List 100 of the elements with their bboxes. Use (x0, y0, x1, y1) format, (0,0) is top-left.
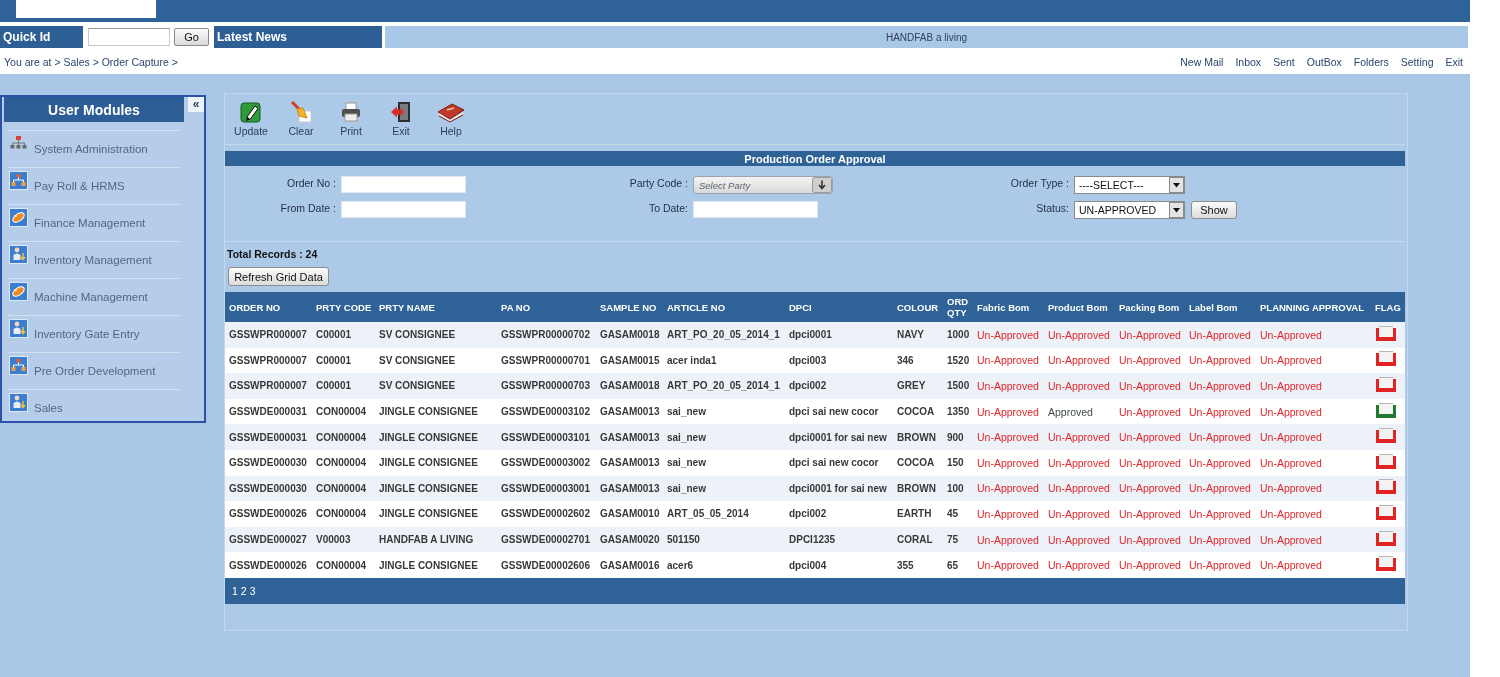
table-cell: COCOA (897, 398, 947, 425)
table-cell: GSSWPR00000702 (501, 322, 600, 348)
table-cell: SV CONSIGNEE (379, 347, 501, 374)
table-cell: GASAM0013 (600, 398, 667, 425)
nav-link[interactable]: New Mail (1180, 56, 1224, 68)
table-cell: dpci0001 for sai new (789, 424, 897, 450)
date-input[interactable] (341, 201, 466, 218)
table-cell: 1500 (947, 373, 977, 399)
flag-box-icon[interactable] (1376, 478, 1396, 495)
table-cell: BROWN (897, 424, 947, 450)
flag-box-icon[interactable] (1376, 350, 1396, 367)
nav-link[interactable]: Inbox (1235, 56, 1262, 68)
sidebar-item[interactable]: Machine Management (8, 278, 180, 315)
table-cell: C00001 (316, 347, 379, 374)
printer-icon (340, 101, 362, 123)
person-icon (9, 393, 28, 412)
flag-box-icon[interactable] (1376, 529, 1396, 546)
sidebar-item[interactable]: Finance Management (8, 204, 180, 241)
status-cell: Un-Approved (1048, 347, 1119, 374)
date-input[interactable] (693, 201, 818, 218)
column-header: ORDER NO (225, 292, 316, 322)
table-cell: 501150 (667, 526, 789, 553)
status-cell: Un-Approved (1260, 475, 1375, 502)
collapse-button[interactable]: « (188, 97, 204, 112)
toolbar-button[interactable]: Help (426, 94, 476, 138)
status-cell: Un-Approved (977, 475, 1048, 502)
toolbar-button[interactable]: Print (326, 94, 376, 138)
toolbar-button[interactable]: Exit (376, 94, 426, 138)
table-cell: CORAL (897, 526, 947, 553)
table-cell: GASAM0013 (600, 449, 667, 476)
quick-id-input[interactable] (88, 28, 170, 46)
status-cell: Un-Approved (977, 398, 1048, 425)
caret-icon[interactable] (1169, 202, 1184, 218)
caret-icon[interactable] (1169, 177, 1184, 193)
table-cell: CON00004 (316, 398, 379, 425)
nav-link[interactable]: Setting (1400, 56, 1434, 68)
nav-link[interactable]: OutBox (1306, 56, 1342, 68)
table-cell: GSSWDE00003101 (501, 424, 600, 450)
quick-id-label: Quick Id (0, 26, 83, 48)
column-header: PRTY NAME (379, 292, 501, 322)
status-cell: Un-Approved (1119, 449, 1189, 476)
nav-link[interactable]: Exit (1445, 56, 1463, 68)
flag-box-icon[interactable] (1376, 376, 1396, 392)
table-cell: GASAM0018 (600, 322, 667, 348)
status-cell: Un-Approved (1189, 322, 1260, 348)
page-link[interactable]: 2 (240, 584, 247, 597)
sidebar-item[interactable]: Pre Order Development (8, 352, 180, 389)
capsule-icon (9, 208, 28, 227)
column-header: FLAG (1375, 292, 1405, 322)
column-header: ORD QTY (947, 292, 977, 322)
table-cell: GASAM0016 (600, 552, 667, 578)
refresh-button[interactable]: Refresh Grid Data (228, 267, 329, 286)
table-cell: COCOA (897, 449, 947, 476)
table-cell: ART_05_05_2014 (667, 501, 789, 527)
show-button[interactable]: Show (1191, 201, 1237, 219)
status-cell: Un-Approved (977, 322, 1048, 348)
flag-box-icon[interactable] (1376, 401, 1396, 418)
sidebar-item[interactable]: Pay Roll & HRMS (8, 167, 180, 204)
select-box[interactable]: ----SELECT--- (1074, 176, 1185, 194)
flag-box-icon[interactable] (1376, 427, 1396, 444)
sidebar-item[interactable]: Inventory Management (8, 241, 180, 278)
table-cell: JINGLE CONSIGNEE (379, 424, 501, 450)
toolbar-button[interactable]: Clear (276, 94, 326, 138)
flag-box-icon[interactable] (1376, 324, 1396, 341)
breadcrumb-text: You are at > Sales > Order Capture > (4, 56, 178, 68)
page-link[interactable]: 1 (232, 584, 238, 597)
flag-box-icon[interactable] (1376, 503, 1396, 520)
page-link[interactable]: 3 (249, 584, 256, 597)
table-cell: GSSWPR000007 (225, 373, 316, 399)
flag-box-icon[interactable] (1376, 555, 1396, 572)
capsule-icon (9, 282, 28, 301)
combo-box[interactable]: Select Party (693, 176, 833, 194)
table-cell: JINGLE CONSIGNEE (379, 398, 501, 425)
field-label: Status: (1035, 201, 1070, 215)
table-cell: dpci0001 for sai new (789, 475, 897, 502)
table-cell: GSSWDE000030 (225, 475, 316, 502)
column-header: COLOUR (897, 292, 947, 322)
sidebar-item[interactable]: Sales (8, 389, 180, 426)
select-box[interactable]: UN-APPROVED (1074, 201, 1185, 219)
status-cell: Un-Approved (977, 449, 1048, 476)
go-button[interactable]: Go (174, 28, 209, 46)
combo-input[interactable]: Select Party (694, 177, 812, 193)
column-header: Label Bom (1189, 292, 1260, 322)
sidebar-item[interactable]: System Administration (8, 130, 180, 167)
table-cell: CON00004 (316, 449, 379, 476)
table-cell: GASAM0018 (600, 373, 667, 399)
text-input[interactable] (341, 176, 466, 193)
status-cell: Un-Approved (977, 552, 1048, 578)
column-header: DPCI (789, 292, 897, 322)
nav-link[interactable]: Sent (1273, 56, 1295, 68)
person-icon (9, 245, 28, 264)
status-cell: Un-Approved (1260, 373, 1375, 399)
nav-link[interactable]: Folders (1353, 56, 1389, 68)
flag-box-icon[interactable] (1376, 452, 1396, 469)
sidebar-item[interactable]: Inventory Gate Entry (8, 315, 180, 352)
table-cell: sai_new (667, 449, 789, 476)
org-chart-icon (9, 171, 28, 190)
status-cell: Un-Approved (977, 424, 1048, 450)
toolbar-button[interactable]: Update (226, 94, 276, 138)
status-cell: Un-Approved (1119, 322, 1189, 348)
